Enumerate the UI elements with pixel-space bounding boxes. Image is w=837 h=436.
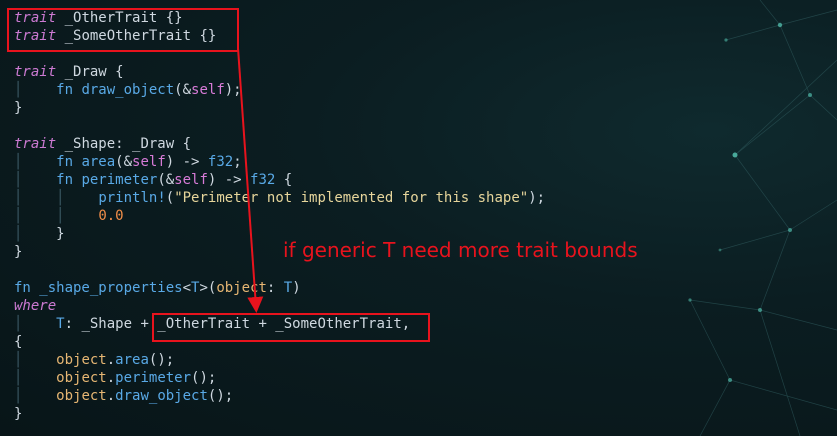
code-line-draw: trait _Draw { [14,63,545,81]
code-token: (& [174,82,192,98]
code-token: println! [98,190,166,206]
code-token: object [56,370,107,386]
code-token: { [275,172,293,188]
code-editor[interactable]: trait _OtherTrait {} trait _SomeOtherTrai… [14,9,545,423]
code-line-props: fn _shape_properties<T>(object: T) [14,279,545,297]
code-token: (); [191,370,217,386]
code-token: _shape_properties [30,280,183,296]
code-token: T [283,280,293,296]
code-token: } [14,100,23,116]
code-token: ) -> [207,172,251,188]
code-token: fn [56,172,74,188]
code-token: object [56,388,107,404]
code-line-call_draw: │ object.draw_object(); [14,387,545,405]
code-token: { [182,136,192,152]
code-token: self [191,82,225,98]
code-token: (); [148,352,175,368]
code-line-call_perim: │ object.perimeter(); [14,369,545,387]
code-token: fn [14,280,31,296]
code-line-shape: trait _Shape: _Draw { [14,135,545,153]
code-token: 0.0 [98,208,124,224]
code-token: "Perimeter not implemented for this shap… [174,190,529,206]
code-token: { [115,64,124,80]
code-token: │ [56,190,65,206]
code-token: T [56,316,65,332]
code-token: fn [56,82,74,98]
code-line-close: } [14,405,545,423]
code-token: < [182,280,192,296]
code-token: { [14,334,23,350]
code-token: } [14,244,23,260]
code-token: . [106,388,116,404]
code-token: ); [224,82,242,98]
code-line-blank3 [14,261,545,279]
code-token: _Draw [56,64,116,80]
code-token: } [22,226,65,242]
code-token: trait [14,136,57,152]
code-token: } [14,406,23,422]
code-token: object [216,280,267,296]
code-token: ( [165,190,175,206]
code-line-blank2 [14,117,545,135]
highlight-box-trait-bounds [152,313,430,342]
code-token: draw_object [115,388,208,404]
code-token: ) [292,280,301,296]
code-token: ); [528,190,546,206]
code-token: f32 [207,154,234,170]
code-token: : [266,280,284,296]
code-token: perimeter [115,370,192,386]
highlight-box-trait-definitions [7,8,239,52]
code-token: _Shape: _Draw [56,136,183,152]
code-token: . [106,352,116,368]
code-token: >( [199,280,217,296]
code-token: f32 [250,172,276,188]
code-token: fn [56,154,74,170]
annotation-text: if generic T need more trait bounds [283,238,638,262]
code-token: (); [207,388,234,404]
code-token: (& [115,154,133,170]
code-token: trait [14,64,57,80]
code-line-println: │ │ println!("Perimeter not implemented … [14,189,545,207]
code-line-draw_end: } [14,99,545,117]
code-token: ; [233,154,242,170]
code-token: draw_object [73,82,175,98]
code-token: where [14,298,57,314]
code-line-perim: │ fn perimeter(&self) -> f32 { [14,171,545,189]
code-token: self [132,154,166,170]
code-token: ) -> [165,154,208,170]
code-line-draw_fn: │ fn draw_object(&self); [14,81,545,99]
code-token: self [174,172,208,188]
code-token: │ [56,208,65,224]
code-token: area [73,154,116,170]
code-token: . [106,370,116,386]
code-line-call_area: │ object.area(); [14,351,545,369]
code-token: area [115,352,149,368]
code-line-area: │ fn area(&self) -> f32; [14,153,545,171]
code-token: perimeter [73,172,158,188]
code-token: object [56,352,107,368]
code-line-zero: │ │ 0.0 [14,207,545,225]
code-token: (& [157,172,175,188]
